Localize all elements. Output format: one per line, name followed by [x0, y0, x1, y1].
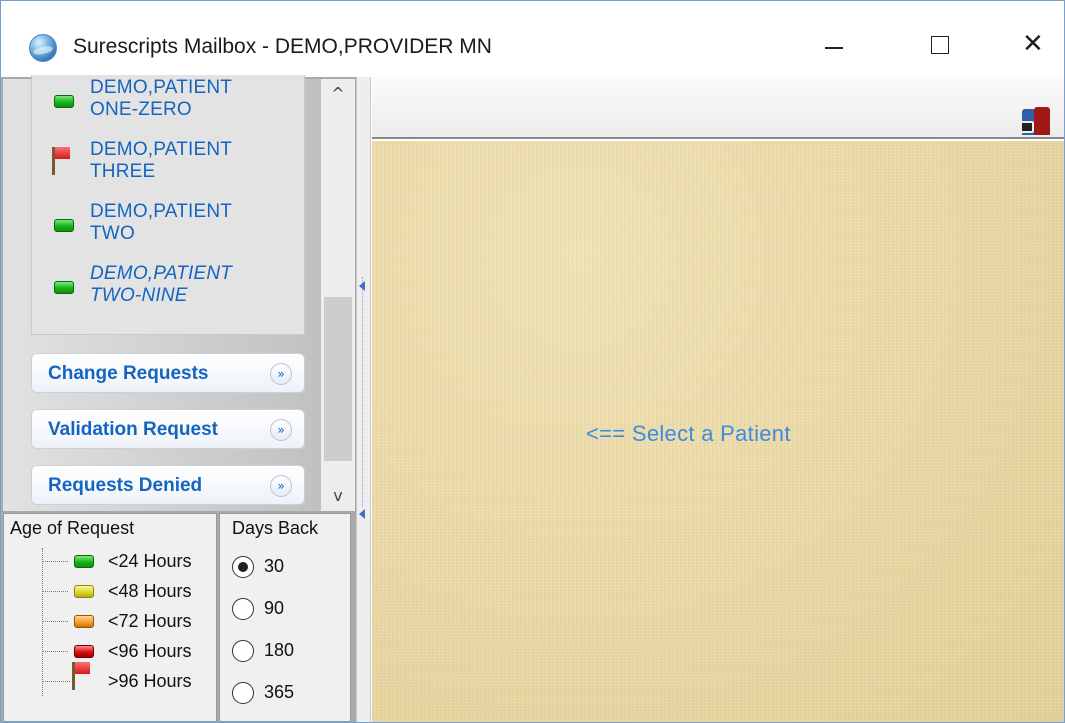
radio-days-90[interactable]: 90 — [232, 596, 332, 624]
legend-item: <72 Hours — [42, 608, 212, 638]
panel-splitter[interactable] — [356, 77, 371, 722]
radio-selected-icon[interactable] — [232, 556, 254, 578]
collapse-left-icon[interactable] — [359, 509, 365, 519]
scroll-down-icon[interactable]: v — [321, 481, 355, 511]
patient-name: DEMO,PATIENT ONE-ZERO — [90, 77, 233, 120]
app-globe-icon — [29, 34, 57, 62]
splitter-grip[interactable] — [362, 277, 366, 507]
collapse-left-icon[interactable] — [359, 281, 365, 291]
minimize-button[interactable] — [805, 23, 861, 67]
minimize-icon — [825, 47, 843, 49]
legend-item: >96 Hours — [42, 662, 212, 698]
patient-item[interactable]: DEMO,PATIENT TWO-NINE — [32, 261, 302, 321]
select-patient-hint: <== Select a Patient — [586, 421, 791, 446]
vertical-scrollbar[interactable]: ^ v — [321, 79, 355, 511]
app-window: Surescripts Mailbox - DEMO,PROVIDER MN ✕… — [0, 0, 1065, 723]
chevron-down-icon[interactable]: » — [270, 475, 292, 497]
radio-icon[interactable] — [232, 598, 254, 620]
patient-item[interactable]: DEMO,PATIENT TWO — [32, 199, 302, 259]
maximize-button[interactable] — [912, 23, 968, 67]
patient-name: DEMO,PATIENT TWO-NINE — [90, 263, 233, 306]
age-of-request-legend: Age of Request <24 Hours <48 Hours <72 H… — [3, 513, 217, 722]
patient-name: DEMO,PATIENT THREE — [90, 139, 233, 182]
radio-days-30[interactable]: 30 — [232, 554, 332, 582]
section-change-requests[interactable]: Change Requests » — [31, 353, 305, 393]
status-green-icon — [54, 281, 74, 294]
maximize-icon — [931, 36, 949, 54]
legend-item: <96 Hours — [42, 638, 212, 668]
patient-name: DEMO,PATIENT TWO — [90, 201, 233, 244]
patient-list: DEMO,PATIENT ONE-ZERO DEMO,PATIENT THREE… — [31, 75, 305, 335]
section-label: Validation Request — [48, 419, 218, 440]
radio-days-180[interactable]: 180 — [232, 638, 332, 666]
request-groups-pane: DEMO,PATIENT ONE-ZERO DEMO,PATIENT THREE… — [3, 75, 355, 511]
chevron-down-icon[interactable]: » — [270, 363, 292, 385]
main-content-area: <== Select a Patient — [372, 141, 1064, 722]
legend-item: <48 Hours — [42, 578, 212, 608]
legend-heading: Age of Request — [10, 518, 135, 538]
red-flag-icon — [52, 147, 70, 175]
status-yellow-icon — [74, 585, 94, 598]
status-green-icon — [74, 555, 94, 568]
chevron-down-icon[interactable]: » — [270, 419, 292, 441]
section-validation-requests[interactable]: Validation Request » — [31, 409, 305, 449]
main-toolbar — [372, 77, 1064, 139]
patient-item[interactable]: DEMO,PATIENT THREE — [32, 137, 302, 197]
close-icon: ✕ — [1022, 29, 1044, 59]
status-orange-icon — [74, 615, 94, 628]
section-requests-denied[interactable]: Requests Denied » — [31, 465, 305, 505]
close-button[interactable]: ✕ — [1008, 23, 1064, 67]
red-flag-icon — [72, 662, 90, 690]
status-green-icon — [54, 219, 74, 232]
days-back-group: Days Back 30 90 180 365 — [219, 513, 351, 722]
legend-item: <24 Hours — [42, 548, 212, 578]
status-red-icon — [74, 645, 94, 658]
scroll-up-icon[interactable]: ^ — [321, 79, 355, 109]
window-title: Surescripts Mailbox - DEMO,PROVIDER MN — [73, 35, 492, 58]
left-panel: DEMO,PATIENT ONE-ZERO DEMO,PATIENT THREE… — [1, 75, 359, 722]
section-label: Requests Denied — [48, 475, 203, 496]
status-green-icon — [54, 95, 74, 108]
radio-days-365[interactable]: 365 — [232, 680, 332, 708]
patient-item[interactable]: DEMO,PATIENT ONE-ZERO — [32, 75, 302, 135]
print-bottles-icon[interactable] — [1020, 103, 1052, 137]
days-back-heading: Days Back — [232, 518, 319, 538]
section-label: Change Requests — [48, 363, 209, 384]
radio-icon[interactable] — [232, 682, 254, 704]
title-bar[interactable]: Surescripts Mailbox - DEMO,PROVIDER MN ✕ — [1, 1, 1064, 77]
scrollbar-thumb[interactable] — [324, 297, 352, 461]
radio-icon[interactable] — [232, 640, 254, 662]
